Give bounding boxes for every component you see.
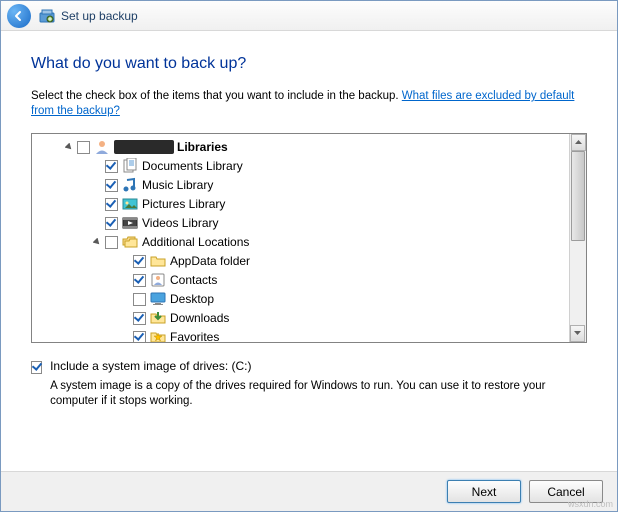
contacts-icon (150, 272, 166, 288)
scroll-track[interactable] (570, 151, 586, 325)
checkbox[interactable] (105, 236, 118, 249)
checkbox[interactable] (105, 217, 118, 230)
node-label: Videos Library (142, 214, 219, 233)
tree-node-contacts[interactable]: Contacts (34, 271, 567, 290)
scroll-down-button[interactable] (570, 325, 585, 342)
tree-viewport: Libraries Documents Library Music Librar… (32, 134, 569, 342)
redacted-username (114, 140, 174, 154)
page-heading: What do you want to back up? (31, 55, 587, 73)
back-button[interactable] (7, 4, 31, 28)
next-button[interactable]: Next (447, 480, 521, 503)
system-image-description: A system image is a copy of the drives r… (50, 379, 587, 410)
checkbox[interactable] (133, 274, 146, 287)
node-label: Desktop (170, 290, 214, 309)
tree-scrollbar[interactable] (569, 134, 586, 342)
checkbox[interactable] (105, 160, 118, 173)
node-label: Libraries (177, 138, 228, 157)
checkbox[interactable] (133, 331, 146, 342)
titlebar: Set up backup (1, 1, 617, 31)
desktop-icon (150, 291, 166, 307)
scroll-thumb[interactable] (571, 151, 585, 241)
arrow-left-icon (13, 10, 25, 22)
folder-stack-icon (122, 234, 138, 250)
folder-icon (150, 253, 166, 269)
checkbox[interactable] (105, 198, 118, 211)
checkbox[interactable] (77, 141, 90, 154)
system-image-label: Include a system image of drives: (C:) (50, 359, 587, 373)
window-title: Set up backup (61, 9, 138, 23)
content-area: What do you want to back up? Select the … (1, 31, 617, 471)
tree-node-desktop[interactable]: Desktop (34, 290, 567, 309)
wizard-window: Set up backup What do you want to back u… (0, 0, 618, 512)
tree-node-downloads[interactable]: Downloads (34, 309, 567, 328)
system-image-checkbox[interactable] (31, 361, 42, 374)
checkbox[interactable] (133, 312, 146, 325)
collapse-icon[interactable] (92, 237, 103, 248)
cancel-button[interactable]: Cancel (529, 480, 603, 503)
node-label: Music Library (142, 176, 213, 195)
user-icon (94, 139, 110, 155)
tree-node-videos[interactable]: Videos Library (34, 214, 567, 233)
intro-sentence: Select the check box of the items that y… (31, 90, 402, 102)
system-image-text: Include a system image of drives: (C:) A… (50, 359, 587, 410)
node-label: Pictures Library (142, 195, 225, 214)
library-pictures-icon (122, 196, 138, 212)
node-label: Downloads (170, 309, 229, 328)
tree-node-favorites[interactable]: Favorites (34, 328, 567, 342)
collapse-icon[interactable] (64, 142, 75, 153)
downloads-icon (150, 310, 166, 326)
library-documents-icon (122, 158, 138, 174)
system-image-row: Include a system image of drives: (C:) A… (31, 359, 587, 410)
node-label: Additional Locations (142, 233, 249, 252)
backup-icon (39, 8, 55, 24)
tree-node-music[interactable]: Music Library (34, 176, 567, 195)
library-videos-icon (122, 215, 138, 231)
node-label: AppData folder (170, 252, 250, 271)
backup-tree: Libraries Documents Library Music Librar… (31, 133, 587, 343)
tree-node-documents[interactable]: Documents Library (34, 157, 567, 176)
tree-node-pictures[interactable]: Pictures Library (34, 195, 567, 214)
node-label: Contacts (170, 271, 217, 290)
checkbox[interactable] (133, 293, 146, 306)
checkbox[interactable] (133, 255, 146, 268)
scroll-up-button[interactable] (571, 134, 586, 151)
tree-node-libraries[interactable]: Libraries (34, 138, 567, 157)
intro-text: Select the check box of the items that y… (31, 89, 587, 119)
node-label: Documents Library (142, 157, 243, 176)
checkbox[interactable] (105, 179, 118, 192)
footer: Next Cancel (1, 471, 617, 511)
node-label: Favorites (170, 328, 219, 342)
tree-node-appdata[interactable]: AppData folder (34, 252, 567, 271)
tree-node-additional[interactable]: Additional Locations (34, 233, 567, 252)
library-music-icon (122, 177, 138, 193)
favorites-icon (150, 329, 166, 342)
